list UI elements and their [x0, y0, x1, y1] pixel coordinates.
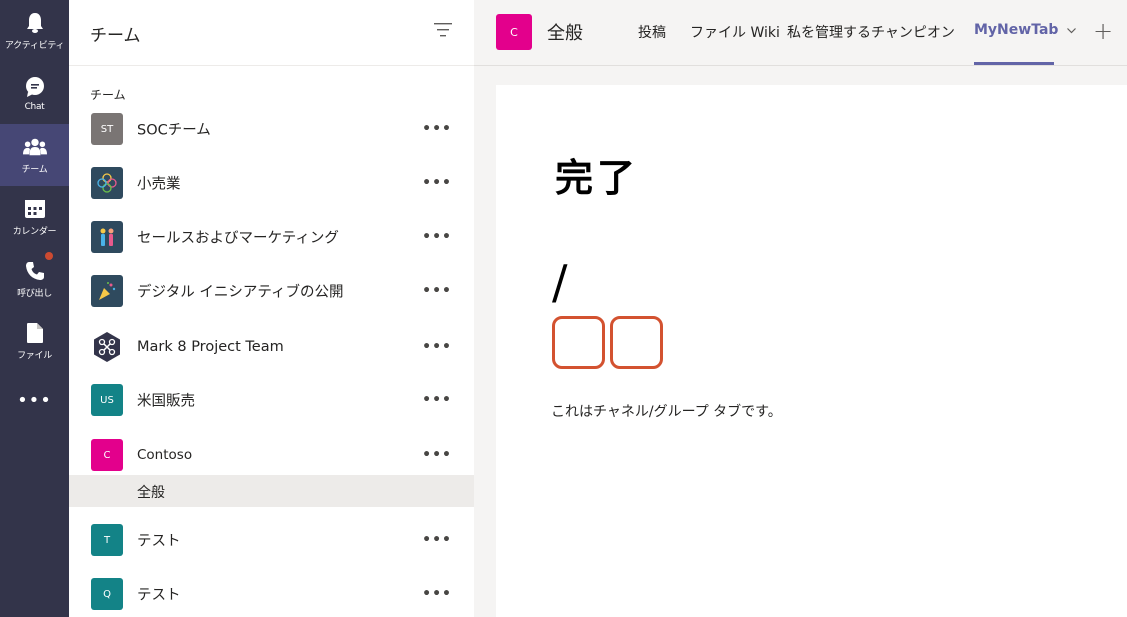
- flower-icon: [97, 173, 117, 193]
- tab-posts[interactable]: 投稿: [638, 22, 666, 42]
- rail-label-teams: チーム: [21, 165, 48, 175]
- rail-label-calendar: カレンダー: [12, 227, 57, 237]
- team-avatar: ST: [91, 113, 123, 145]
- tab-files-wiki[interactable]: ファイル Wiki: [690, 22, 780, 42]
- rail-item-calendar[interactable]: カレンダー: [0, 186, 69, 248]
- team-name: テスト: [137, 533, 181, 550]
- sales-team-avatar: [91, 221, 123, 253]
- team-name: Contoso: [137, 447, 193, 463]
- notification-dot: [45, 252, 53, 260]
- rail-label-activity: アクティビティ: [4, 41, 65, 51]
- rail-item-files[interactable]: ファイル: [0, 310, 69, 372]
- channel-title: 全般: [547, 23, 583, 44]
- outlined-box: [610, 316, 663, 369]
- app-rail: アクティビティ Chat チーム カレンダー 呼び出し ファイル •••: [0, 0, 69, 617]
- party-popper-icon: [99, 282, 116, 300]
- more-options-button[interactable]: •••: [422, 283, 452, 299]
- rail-label-calls: 呼び出し: [17, 289, 52, 299]
- team-row-soc[interactable]: ST SOCチーム •••: [69, 102, 474, 156]
- panel-title: チーム: [90, 26, 141, 46]
- calendar-icon: [23, 197, 47, 221]
- digital-team-avatar: [91, 275, 123, 307]
- active-tab-indicator: [974, 62, 1054, 65]
- team-name: テスト: [137, 587, 181, 604]
- chevron-down-icon[interactable]: [1067, 22, 1077, 38]
- rail-label-files: ファイル: [17, 351, 52, 361]
- more-options-button[interactable]: •••: [422, 175, 452, 191]
- chat-icon: [23, 75, 47, 99]
- team-name: デジタル イニシアティブの公開: [137, 284, 344, 301]
- tab-content: 完了 / これはチャネル/グループ タブです。: [496, 85, 1127, 617]
- team-row-contoso[interactable]: C Contoso •••: [69, 428, 474, 482]
- channel-item-general[interactable]: 全般: [69, 475, 474, 507]
- team-row-sales-marketing[interactable]: セールスおよびマーケティング •••: [69, 210, 474, 264]
- more-options-button[interactable]: •••: [422, 447, 452, 463]
- more-options-button[interactable]: •••: [422, 121, 452, 137]
- content-description: これはチャネル/グループ タブです。: [551, 404, 782, 420]
- team-avatar: Q: [91, 578, 123, 610]
- mark8-team-avatar: [91, 331, 123, 363]
- tab-mynewtab[interactable]: MyNewTab: [974, 22, 1077, 38]
- team-name: Mark 8 Project Team: [137, 339, 284, 355]
- more-options-button[interactable]: •••: [422, 229, 452, 245]
- more-options-button[interactable]: •••: [422, 392, 452, 408]
- bell-icon: [23, 11, 47, 35]
- team-avatar: US: [91, 384, 123, 416]
- channel-name: 全般: [137, 485, 165, 501]
- retail-team-avatar: [91, 167, 123, 199]
- team-name: 小売業: [137, 176, 181, 193]
- slash-glyph: /: [552, 255, 568, 309]
- teams-icon: [22, 135, 47, 159]
- channel-header: C 全般 投稿 ファイル Wiki 私を管理するチャンピオン MyNewTab …: [474, 0, 1127, 66]
- channel-avatar: C: [496, 14, 532, 50]
- panel-header: チーム: [69, 0, 474, 66]
- more-options-button[interactable]: •••: [422, 586, 452, 602]
- team-row-mark8[interactable]: Mark 8 Project Team •••: [69, 320, 474, 374]
- rail-item-chat[interactable]: Chat: [0, 62, 69, 124]
- rail-more-button[interactable]: •••: [0, 390, 69, 411]
- team-name: SOCチーム: [137, 122, 211, 139]
- team-name: セールスおよびマーケティング: [137, 230, 339, 247]
- tab-champions[interactable]: 私を管理するチャンピオン: [787, 22, 955, 42]
- rail-label-chat: Chat: [24, 101, 45, 112]
- add-tab-button[interactable]: +: [1093, 17, 1113, 45]
- more-options-button[interactable]: •••: [422, 532, 452, 548]
- rail-item-activity[interactable]: アクティビティ: [0, 0, 69, 62]
- content-title: 完了: [555, 156, 640, 200]
- rail-item-teams[interactable]: チーム: [0, 124, 69, 186]
- people-icon: [100, 228, 114, 246]
- outlined-box: [552, 316, 605, 369]
- team-row-retail[interactable]: 小売業 •••: [69, 156, 474, 210]
- team-name: 米国販売: [137, 393, 195, 410]
- more-options-button[interactable]: •••: [422, 339, 452, 355]
- team-avatar: C: [91, 439, 123, 471]
- drone-icon: [94, 332, 120, 362]
- section-label: チーム: [90, 88, 126, 102]
- team-row-us-sales[interactable]: US 米国販売 •••: [69, 373, 474, 427]
- tab-label: MyNewTab: [974, 22, 1059, 38]
- team-row-digital-initiative[interactable]: デジタル イニシアティブの公開 •••: [69, 264, 474, 318]
- phone-icon: [23, 259, 47, 283]
- team-avatar: T: [91, 524, 123, 556]
- file-icon: [23, 321, 47, 345]
- teams-panel: チーム チーム ST SOCチーム ••• 小売業 ••• セールスおよびマーケ…: [69, 0, 474, 617]
- rail-item-calls[interactable]: 呼び出し: [0, 248, 69, 310]
- team-row-test-q[interactable]: Q テスト •••: [69, 567, 474, 617]
- filter-icon[interactable]: [434, 22, 452, 38]
- team-row-test-t[interactable]: T テスト •••: [69, 513, 474, 567]
